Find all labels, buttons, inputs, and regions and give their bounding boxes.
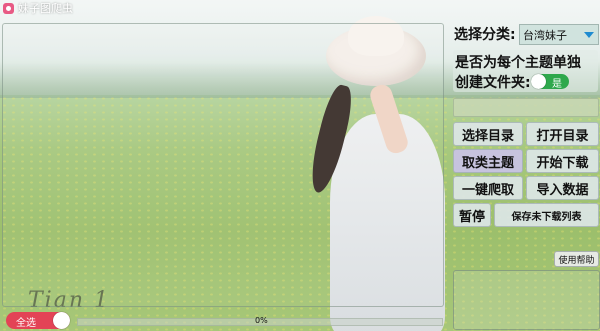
select-all-label: 全选 <box>16 318 36 329</box>
category-label: 选择分类: <box>454 27 516 43</box>
save-undownloaded-button[interactable]: 保存未下载列表 <box>494 203 599 227</box>
window-title: 妹子图爬虫 <box>18 2 73 15</box>
topic-list-panel[interactable] <box>2 23 444 307</box>
folder-option-box: 是否为每个主题单独 创建文件夹: 是 <box>453 50 598 92</box>
open-directory-button[interactable]: 打开目录 <box>526 122 599 146</box>
progress-percent: 0% <box>255 316 268 325</box>
pause-button[interactable]: 暂停 <box>453 203 491 227</box>
select-all-toggle[interactable]: 全选 <box>6 312 70 329</box>
chevron-down-icon <box>584 31 594 38</box>
bottom-bar: 全选 0% <box>0 308 600 331</box>
category-selected-value: 台湾妹子 <box>523 28 567 42</box>
toggle-knob <box>531 74 546 89</box>
select-directory-button[interactable]: 选择目录 <box>453 122 523 146</box>
toggle-text: 是 <box>552 79 562 90</box>
title-bar: 妹子图爬虫 <box>0 0 73 16</box>
category-select[interactable]: 台湾妹子 <box>519 24 599 45</box>
import-data-button[interactable]: 导入数据 <box>526 176 599 200</box>
directory-path-field[interactable] <box>453 98 599 117</box>
fetch-topics-button[interactable]: 取类主题 <box>453 149 523 173</box>
folder-per-topic-toggle[interactable]: 是 <box>531 74 569 90</box>
start-download-button[interactable]: 开始下载 <box>526 149 599 173</box>
control-panel: 选择分类: 台湾妹子 是否为每个主题单独 创建文件夹: 是 选择目录 打开目录 … <box>451 0 600 331</box>
toggle-knob <box>53 312 70 329</box>
app-logo-icon <box>3 2 14 14</box>
one-click-crawl-button[interactable]: 一键爬取 <box>453 176 523 200</box>
folder-option-label-2: 创建文件夹: <box>455 75 531 91</box>
folder-option-label-1: 是否为每个主题单独 <box>455 55 581 71</box>
help-button[interactable]: 使用帮助 <box>554 251 599 267</box>
